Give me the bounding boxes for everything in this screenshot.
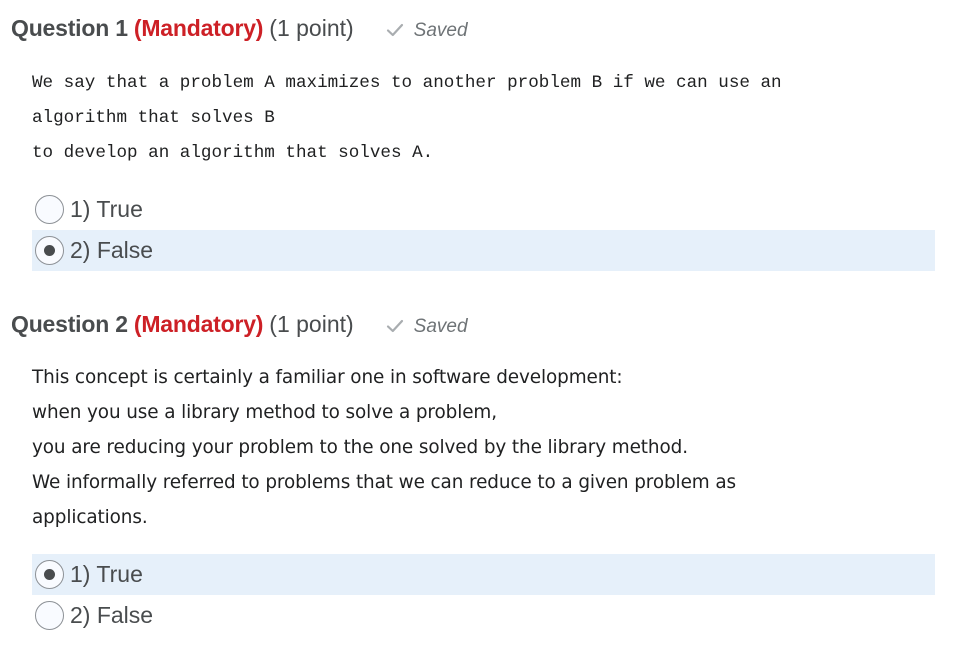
radio-button-false[interactable] <box>35 601 64 630</box>
question-title: Question 1 <box>11 15 128 41</box>
mandatory-label: (Mandatory) <box>133 15 264 41</box>
option-label: 2) False <box>70 237 154 263</box>
question-body-line: to develop an algorithm that solves A. <box>32 143 434 163</box>
option-label: 1) True <box>70 196 143 222</box>
points-label: (1 point) <box>269 15 354 41</box>
option-label: 2) False <box>70 602 154 628</box>
points-label: (1 point) <box>269 311 354 337</box>
saved-status: Saved <box>386 316 468 338</box>
radio-button-false[interactable] <box>35 236 64 265</box>
question-body-line: We informally referred to problems that … <box>32 472 736 493</box>
radio-button-true[interactable] <box>35 195 64 224</box>
radio-button-true[interactable] <box>35 560 64 589</box>
answer-options: 1) True 2) False <box>32 189 935 271</box>
option-false[interactable]: 2) False <box>32 595 935 636</box>
question-body-line: This concept is certainly a familiar one… <box>32 367 623 388</box>
mandatory-label: (Mandatory) <box>133 311 264 337</box>
check-icon <box>386 319 403 333</box>
saved-status-text: Saved <box>413 316 468 337</box>
question-header: Question 1 (Mandatory) (1 point) Saved <box>11 15 468 47</box>
question-title: Question 2 <box>11 311 128 337</box>
option-true[interactable]: 1) True <box>32 189 935 230</box>
question-body: We say that a problem A maximizes to ano… <box>32 66 782 171</box>
question-body-line: when you use a library method to solve a… <box>32 402 497 423</box>
saved-status: Saved <box>386 20 468 42</box>
saved-status-text: Saved <box>413 20 468 41</box>
question-header: Question 2 (Mandatory) (1 point) Saved <box>11 311 468 343</box>
question-body-line: algorithm that solves B <box>32 108 275 128</box>
check-icon <box>386 23 403 37</box>
question-body-line: you are reducing your problem to the one… <box>32 437 688 458</box>
answer-options: 1) True 2) False <box>32 554 935 636</box>
question-body-line: applications. <box>32 507 148 528</box>
option-label: 1) True <box>70 561 143 587</box>
option-false[interactable]: 2) False <box>32 230 935 271</box>
question-body-line: We say that a problem A maximizes to ano… <box>32 73 782 93</box>
option-true[interactable]: 1) True <box>32 554 935 595</box>
question-body: This concept is certainly a familiar one… <box>32 360 736 535</box>
